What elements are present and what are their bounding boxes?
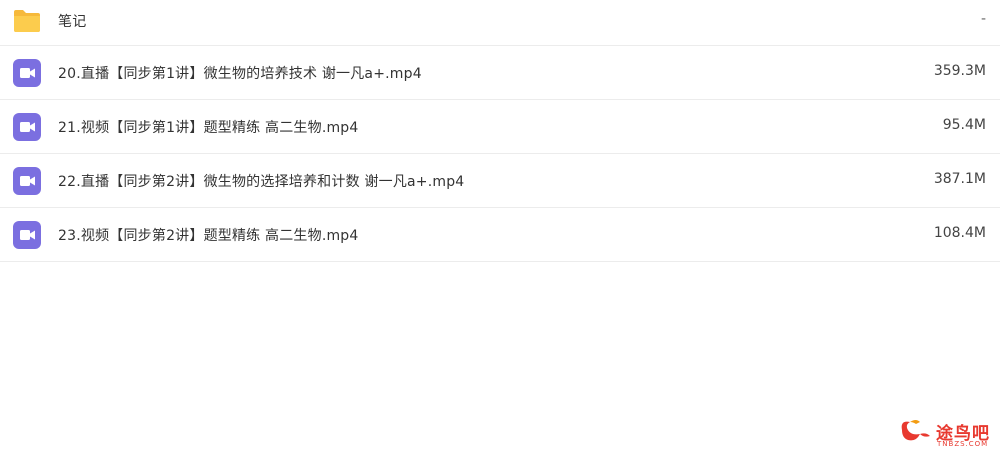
file-size: - (980, 11, 986, 27)
file-name: 22.直播【同步第2讲】微生物的选择培养和计数 谢一凡a+.mp4 (58, 174, 465, 190)
video-file-icon (13, 113, 41, 141)
file-size: 108.4M (933, 225, 986, 241)
video-file-icon (13, 59, 41, 87)
file-name: 23.视频【同步第2讲】题型精练 高二生物.mp4 (58, 228, 359, 244)
file-size: 387.1M (933, 171, 986, 187)
file-row-video[interactable]: 21.视频【同步第1讲】题型精练 高二生物.mp4 95.4M (0, 100, 1000, 154)
file-list: 笔记 - 20.直播【同步第1讲】微生物的培养技术 谢一凡a+.mp4 359.… (0, 0, 1000, 262)
file-name: 笔记 (58, 14, 87, 30)
folder-icon (14, 10, 40, 32)
file-size: 95.4M (942, 117, 986, 133)
watermark-logo: 途鸟吧 TNBZS.COM (896, 416, 992, 452)
video-file-icon (13, 221, 41, 249)
watermark-subtext: TNBZS.COM (937, 440, 989, 448)
file-name: 21.视频【同步第1讲】题型精练 高二生物.mp4 (58, 120, 359, 136)
file-row-video[interactable]: 20.直播【同步第1讲】微生物的培养技术 谢一凡a+.mp4 359.3M (0, 46, 1000, 100)
file-row-video[interactable]: 22.直播【同步第2讲】微生物的选择培养和计数 谢一凡a+.mp4 387.1M (0, 154, 1000, 208)
file-row-video[interactable]: 23.视频【同步第2讲】题型精练 高二生物.mp4 108.4M (0, 208, 1000, 262)
file-size: 359.3M (933, 63, 986, 79)
video-file-icon (13, 167, 41, 195)
file-name: 20.直播【同步第1讲】微生物的培养技术 谢一凡a+.mp4 (58, 66, 422, 82)
bird-logo-icon (901, 420, 930, 441)
file-row-folder[interactable]: 笔记 - (0, 0, 1000, 46)
